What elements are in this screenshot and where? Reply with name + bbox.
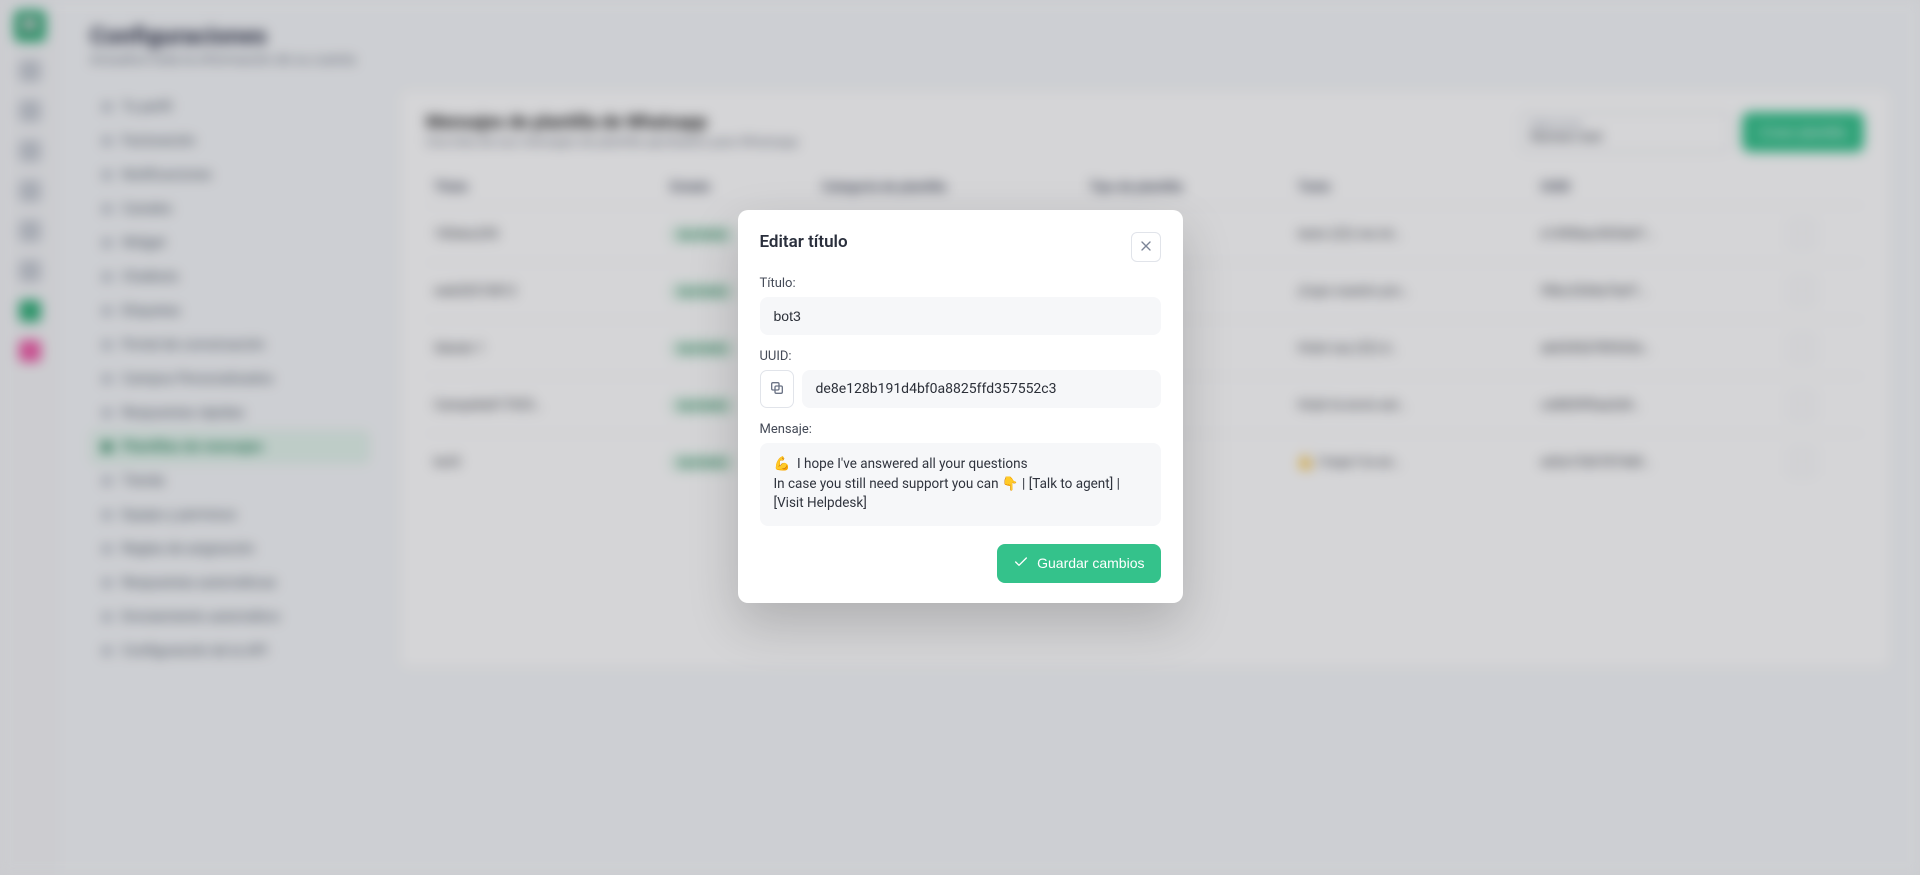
titulo-input[interactable]	[760, 297, 1161, 335]
close-icon	[1138, 238, 1154, 257]
titulo-label: Título:	[760, 276, 1161, 291]
close-button[interactable]	[1131, 232, 1161, 262]
check-icon	[1013, 554, 1029, 573]
uuid-value: de8e128b191d4bf0a8825ffd357552c3	[802, 370, 1161, 408]
save-button[interactable]: Guardar cambios	[997, 544, 1160, 583]
edit-title-modal: Editar título Título: UUID: de8e128b191d…	[738, 210, 1183, 603]
copy-uuid-button[interactable]	[760, 370, 794, 408]
modal-heading: Editar título	[760, 232, 848, 252]
mensaje-label: Mensaje:	[760, 422, 1161, 437]
modal-overlay: Editar título Título: UUID: de8e128b191d…	[0, 0, 1920, 875]
save-button-label: Guardar cambios	[1037, 555, 1144, 571]
copy-icon	[769, 380, 785, 399]
uuid-label: UUID:	[760, 349, 1161, 364]
mensaje-value: 💪 I hope I've answered all your question…	[760, 443, 1161, 526]
